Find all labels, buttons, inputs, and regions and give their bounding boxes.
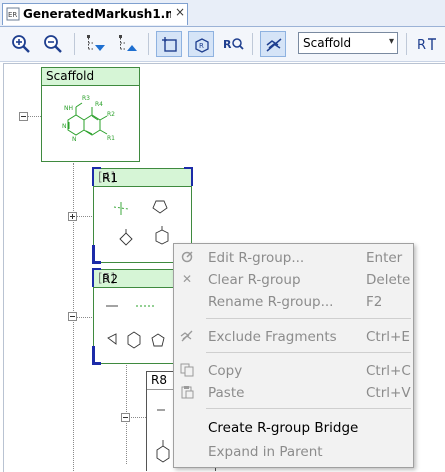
r1-node-header: R1 [4] xyxy=(94,169,191,187)
atom-label-r2: R2 xyxy=(107,111,115,118)
scaffold-node[interactable]: Scaffold R3 NH R4 R2 R1 N N xyxy=(41,67,140,162)
menu-item-rename-rgroup[interactable]: Rename R-group... F2 xyxy=(174,291,413,313)
zoom-in-icon xyxy=(12,35,30,53)
svg-text:R: R xyxy=(223,38,232,51)
menu-item-label: Create R-group Bridge xyxy=(208,420,359,436)
atom-label-r4: R4 xyxy=(95,101,103,108)
menu-item-shortcut: Enter xyxy=(366,250,403,266)
scaffold-node-label: Scaffold xyxy=(46,69,95,83)
menu-item-shortcut: Ctrl+V xyxy=(366,385,411,401)
svg-text:R: R xyxy=(417,38,426,53)
atom-label-r3: R3 xyxy=(82,95,90,102)
rgroup-edit-button[interactable]: R xyxy=(414,31,444,57)
svg-text:R: R xyxy=(199,42,204,50)
document-tab-bar: ER GeneratedMarkush1.mrv × xyxy=(0,0,445,27)
close-icon[interactable]: × xyxy=(175,5,185,19)
document-tab[interactable]: ER GeneratedMarkush1.mrv × xyxy=(2,3,188,25)
scaffold-view-icon xyxy=(162,37,177,52)
r2-node-label: R2 [5] xyxy=(98,271,118,286)
atom-label-n2: N xyxy=(72,136,77,143)
toolbar: R R Scaffold ▾ R xyxy=(0,27,445,62)
markush-file-icon: ER xyxy=(6,7,20,21)
chevron-down-icon: ▾ xyxy=(388,36,394,47)
menu-separator xyxy=(206,318,411,319)
exclude-fragments-button[interactable] xyxy=(260,31,286,57)
rgroup-view-icon: R xyxy=(195,38,209,53)
paste-icon xyxy=(180,385,194,399)
rgroup-view-button[interactable]: R xyxy=(188,31,214,57)
clear-x-icon: ✕ xyxy=(181,272,193,286)
menu-item-label: Paste xyxy=(208,385,245,401)
expand-all-button[interactable] xyxy=(82,31,108,57)
svg-text:ER: ER xyxy=(8,11,17,19)
toolbar-separator xyxy=(148,33,149,55)
tree-connector xyxy=(75,317,92,318)
copy-icon xyxy=(180,363,194,377)
expand-all-icon xyxy=(87,35,105,51)
zoom-in-button[interactable] xyxy=(8,31,34,57)
scaffold-view-button[interactable] xyxy=(156,31,182,57)
collapse-all-button[interactable] xyxy=(114,31,140,57)
toolbar-separator xyxy=(252,33,253,55)
menu-item-label: Copy xyxy=(208,363,243,379)
menu-item-clear-rgroup[interactable]: ✕ Clear R-group Delete xyxy=(174,269,413,291)
r1-node-label: R1 [4] xyxy=(98,170,118,185)
document-tab-title: GeneratedMarkush1.mrv xyxy=(23,7,171,21)
toolbar-separator xyxy=(74,33,75,55)
menu-item-label: Exclude Fragments xyxy=(208,329,337,345)
tree-connector xyxy=(128,417,146,418)
exclude-icon xyxy=(266,38,282,52)
menu-item-expand-in-parent[interactable]: Expand in Parent xyxy=(174,441,413,463)
collapse-r8-toggle[interactable] xyxy=(121,413,130,422)
tree-connector xyxy=(75,216,92,217)
menu-item-shortcut: Delete xyxy=(366,272,411,288)
collapse-r2-toggle[interactable] xyxy=(68,312,77,321)
view-mode-select-value: Scaffold xyxy=(303,36,352,50)
zoom-out-button[interactable] xyxy=(40,31,66,57)
menu-item-label: Rename R-group... xyxy=(208,294,334,310)
menu-item-create-rgroup-bridge[interactable]: Create R-group Bridge xyxy=(174,417,413,439)
rgroup-edit-icon: R xyxy=(417,38,436,53)
menu-item-exclude-fragments[interactable]: Exclude Fragments Ctrl+E xyxy=(174,326,413,348)
atom-label-r1: R1 xyxy=(107,135,115,142)
atom-label-n1: N xyxy=(62,123,67,130)
collapse-scaffold-toggle[interactable] xyxy=(19,112,28,121)
exclude-icon xyxy=(180,329,194,343)
rgroup-search-icon: R xyxy=(223,38,244,51)
rgroup-context-menu: Edit R-group... Enter ✕ Clear R-group De… xyxy=(173,243,414,468)
toolbar-separator xyxy=(406,33,407,55)
scaffold-structure-image: R3 NH R4 R2 R1 N N xyxy=(62,95,115,143)
menu-item-label: Edit R-group... xyxy=(208,250,305,266)
menu-item-label: Expand in Parent xyxy=(208,444,323,460)
menu-item-shortcut: Ctrl+C xyxy=(366,363,411,379)
menu-item-label: Clear R-group xyxy=(208,272,301,288)
menu-item-shortcut: F2 xyxy=(366,294,383,310)
menu-item-paste[interactable]: Paste Ctrl+V xyxy=(174,382,413,404)
rgroup-search-button[interactable]: R xyxy=(220,31,246,57)
r8-node-label: R8 xyxy=(151,373,167,387)
menu-item-copy[interactable]: Copy Ctrl+C xyxy=(174,360,413,382)
menu-separator xyxy=(206,352,411,353)
menu-item-edit-rgroup[interactable]: Edit R-group... Enter xyxy=(174,247,413,269)
menu-separator xyxy=(206,408,411,409)
scaffold-node-header: Scaffold xyxy=(42,68,139,86)
menu-item-shortcut: Ctrl+E xyxy=(366,329,410,345)
tree-connector xyxy=(28,116,41,117)
view-mode-select[interactable]: Scaffold ▾ xyxy=(298,32,398,54)
atom-label-nh: NH xyxy=(64,105,73,112)
edit-icon xyxy=(180,250,194,264)
zoom-out-icon xyxy=(44,35,62,53)
collapse-all-icon xyxy=(119,35,137,51)
expand-r1-toggle[interactable] xyxy=(68,212,77,221)
